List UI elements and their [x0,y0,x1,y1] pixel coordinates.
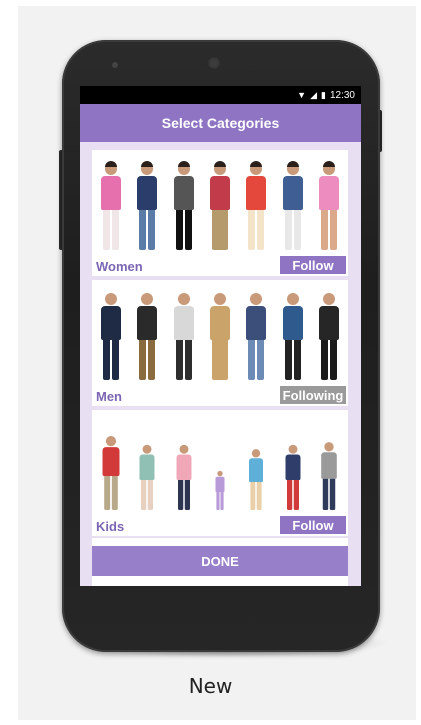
camera-lens [207,56,221,70]
kids-photo [100,414,340,510]
app-bar: Select Categories [80,104,361,142]
category-card-kids[interactable]: Kids Follow [92,410,348,536]
caption: New [188,674,233,698]
category-label: Men [96,389,122,404]
follow-button[interactable]: Follow [280,256,346,274]
men-photo [100,284,340,380]
following-button[interactable]: Following [280,386,346,404]
wifi-icon: ▼ [297,90,307,100]
category-card-men[interactable]: Men Following [92,280,348,406]
phone-screen: ▼ ◢ ▮ 12:30 Select Categories Women Foll… [80,86,361,586]
battery-icon: ▮ [321,89,326,100]
page-title: Select Categories [161,115,280,131]
done-button[interactable]: DONE [92,546,348,576]
follow-button[interactable]: Follow [280,516,346,534]
proximity-sensor [112,62,118,68]
category-label: Women [96,259,143,274]
category-card-women[interactable]: Women Follow [92,150,348,276]
women-photo [100,154,340,250]
status-time: 12:30 [329,89,355,101]
category-label: Kids [96,519,125,534]
signal-icon: ◢ [310,89,318,100]
status-bar: ▼ ◢ ▮ 12:30 [80,86,361,104]
